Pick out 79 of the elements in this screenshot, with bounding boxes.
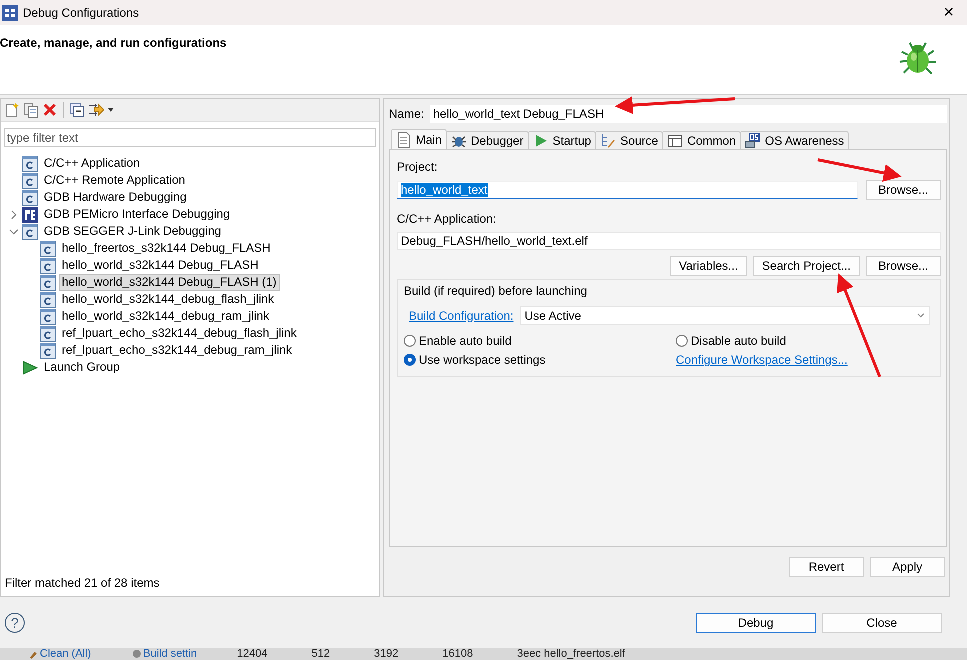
- background-text: 3192: [374, 648, 399, 660]
- c-file-icon: [22, 190, 38, 206]
- new-file-icon[interactable]: [4, 102, 20, 118]
- tab[interactable]: Common: [662, 131, 742, 149]
- tree-item[interactable]: GDB PEMicro Interface Debugging: [41, 206, 234, 223]
- tree-item[interactable]: GDB Hardware Debugging: [41, 189, 190, 206]
- browse-button[interactable]: Browse...: [866, 180, 941, 200]
- radio-option[interactable]: Enable auto build: [404, 334, 676, 348]
- build-configuration-link[interactable]: Build Configuration:: [409, 308, 514, 322]
- background-text: 12404: [237, 648, 268, 660]
- tree-item[interactable]: hello_world_s32k144 Debug_FLASH: [59, 257, 262, 274]
- c-file-icon: [22, 224, 38, 240]
- dialog-heading: Create, manage, and run configurations: [0, 36, 227, 52]
- group-title: Build (if required) before launching: [404, 284, 588, 298]
- table-icon: [667, 132, 684, 148]
- help-button[interactable]: ?: [5, 612, 25, 632]
- tree-item[interactable]: ref_lpuart_echo_s32k144_debug_ram_jlink: [59, 342, 296, 359]
- c-file-icon: [40, 292, 56, 308]
- radio-button[interactable]: [404, 354, 416, 366]
- delete-icon[interactable]: [42, 102, 58, 118]
- background-text: 16108: [442, 648, 474, 660]
- c-file-icon: [40, 258, 56, 274]
- filter-field[interactable]: type filter text: [4, 128, 376, 147]
- tree-item[interactable]: hello_world_s32k144 Debug_FLASH (1): [59, 274, 280, 291]
- collapse-all-icon[interactable]: [69, 102, 85, 118]
- expand-chevron-icon[interactable]: [9, 210, 19, 220]
- c-file-icon: [22, 156, 38, 172]
- tree-item[interactable]: Launch Group: [41, 359, 124, 376]
- play-icon: [22, 360, 38, 376]
- window-title: Debug Configurations: [23, 6, 140, 20]
- c-file-icon: [40, 308, 56, 324]
- dialog-button[interactable]: Debug: [696, 612, 816, 632]
- c-file-icon: [22, 172, 38, 188]
- source-tree-icon: [600, 132, 616, 148]
- tree-item[interactable]: C/C++ Application: [41, 155, 144, 172]
- variables-button[interactable]: Variables...: [670, 256, 748, 276]
- tree-item[interactable]: ref_lpuart_echo_s32k144_debug_flash_jlink: [59, 325, 300, 342]
- background-text: 512: [312, 648, 330, 660]
- close-button[interactable]: ×: [934, 2, 964, 23]
- radio-button[interactable]: [676, 335, 688, 347]
- tree-item[interactable]: C/C++ Remote Application: [41, 172, 188, 189]
- c-file-icon: [40, 326, 56, 342]
- name-field[interactable]: hello_world_text Debug_FLASH: [430, 105, 947, 123]
- background-text: 3eec hello_freertos.elf: [517, 648, 626, 660]
- project-field[interactable]: hello_world_text: [397, 181, 858, 199]
- field-label: C/C++ Application:: [397, 212, 496, 228]
- c-file-icon: [40, 342, 56, 358]
- tree-item[interactable]: GDB SEGGER J-Link Debugging: [41, 223, 224, 240]
- c-file-icon: [40, 274, 56, 290]
- dialog-button[interactable]: Close: [822, 612, 942, 632]
- field-label: Project:: [397, 160, 438, 176]
- filter-arrows-icon[interactable]: [88, 102, 104, 118]
- tab[interactable]: Startup: [528, 131, 596, 149]
- dropdown-caret-icon[interactable]: [107, 106, 115, 114]
- search-project-button[interactable]: Search Project...: [753, 256, 860, 276]
- tab[interactable]: OS Awareness: [740, 131, 850, 149]
- radio-button[interactable]: [404, 335, 416, 347]
- dialog-button[interactable]: Apply: [870, 556, 945, 576]
- filter-status: Filter matched 21 of 28 items: [4, 576, 161, 592]
- browse-button[interactable]: Browse...: [866, 256, 941, 276]
- tab[interactable]: Source: [595, 131, 664, 149]
- radio-option[interactable]: Use workspace settings: [404, 353, 676, 367]
- tab[interactable]: Debugger: [446, 131, 529, 149]
- field-label: Name:: [389, 107, 424, 121]
- tree-item[interactable]: hello_world_s32k144_debug_ram_jlink: [59, 308, 272, 325]
- chip-icon: [22, 206, 38, 222]
- chevron-icon: [917, 312, 925, 320]
- tree-item[interactable]: hello_freertos_s32k144 Debug_FLASH: [59, 240, 274, 257]
- collapse-chevron-icon[interactable]: [9, 226, 19, 236]
- tab[interactable]: Main: [391, 129, 448, 149]
- tree-item[interactable]: hello_world_s32k144_debug_flash_jlink: [59, 291, 278, 308]
- configure-workspace-link[interactable]: Configure Workspace Settings...: [676, 353, 848, 367]
- radio-option[interactable]: Disable auto build: [676, 334, 940, 348]
- application-field[interactable]: Debug_FLASH/hello_world_text.elf: [397, 232, 941, 250]
- c-file-icon: [40, 240, 56, 256]
- dialog-button[interactable]: Revert: [789, 556, 864, 576]
- build-configuration-dropdown[interactable]: Use Active: [520, 306, 930, 325]
- copy-icon[interactable]: [23, 102, 39, 118]
- app-icon: [2, 4, 18, 20]
